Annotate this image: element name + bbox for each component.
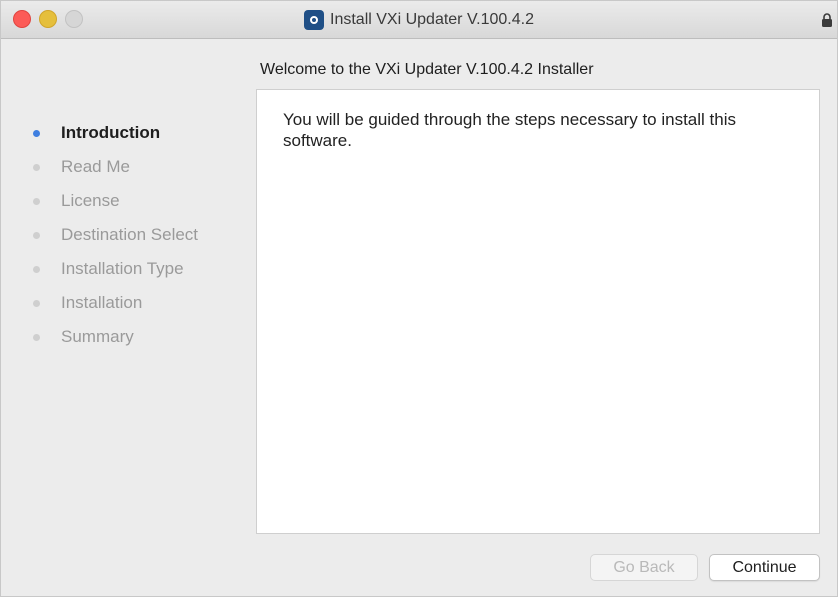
go-back-button[interactable]: Go Back xyxy=(590,554,698,581)
step-indicator-dot xyxy=(33,129,40,137)
step-installation: Installation xyxy=(31,286,241,320)
step-destination-select: Destination Select xyxy=(31,218,241,252)
step-indicator-dot xyxy=(33,299,40,307)
step-installation-type: Installation Type xyxy=(31,252,241,286)
lock-icon xyxy=(822,13,832,27)
step-label: License xyxy=(61,191,120,210)
continue-button[interactable]: Continue xyxy=(709,554,820,581)
step-indicator-dot xyxy=(33,231,40,239)
step-label: Installation Type xyxy=(61,259,184,278)
step-label: Installation xyxy=(61,293,143,312)
installer-steps: Introduction Read Me License Destination… xyxy=(31,116,241,354)
step-indicator-dot xyxy=(33,333,40,341)
step-indicator-dot xyxy=(33,197,40,205)
window-title-group: Install VXi Updater V.100.4.2 xyxy=(1,1,837,39)
title-bar: Install VXi Updater V.100.4.2 xyxy=(1,1,837,39)
step-label: Read Me xyxy=(61,157,130,176)
window-title: Install VXi Updater V.100.4.2 xyxy=(330,11,534,28)
step-label: Destination Select xyxy=(61,225,199,244)
step-license: License xyxy=(31,184,241,218)
step-read-me: Read Me xyxy=(31,150,241,184)
step-summary: Summary xyxy=(31,320,241,354)
step-label: Summary xyxy=(61,327,134,346)
step-indicator-dot xyxy=(33,265,40,273)
intro-text: You will be guided through the steps nec… xyxy=(283,110,736,150)
content-pane: You will be guided through the steps nec… xyxy=(256,89,820,534)
step-introduction: Introduction xyxy=(31,116,241,150)
step-label: Introduction xyxy=(61,123,161,142)
welcome-heading: Welcome to the VXi Updater V.100.4.2 Ins… xyxy=(260,61,594,78)
step-indicator-dot xyxy=(33,163,40,171)
installer-package-icon xyxy=(304,10,324,30)
installer-window: Install VXi Updater V.100.4.2 Welcome to… xyxy=(0,0,838,597)
